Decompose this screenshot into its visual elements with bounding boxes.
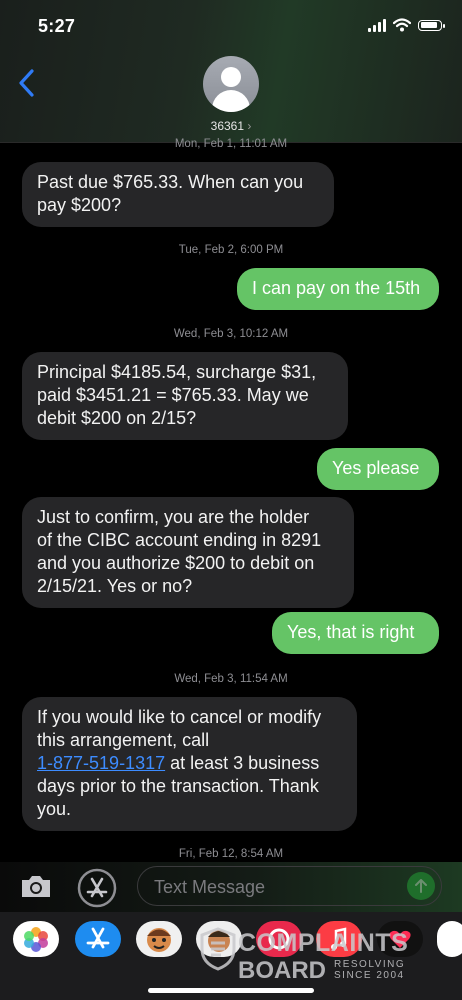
- phone-link[interactable]: 1-877-519-1317: [37, 753, 165, 773]
- status-time: 5:27: [38, 16, 76, 36]
- timestamp: Mon, Feb 1, 11:01 AM: [174, 138, 288, 150]
- camera-icon[interactable]: [19, 873, 53, 899]
- outgoing-message[interactable]: Yes please: [317, 448, 439, 490]
- complaintsboard-watermark: COMPLAINTS BOARD RESOLVING SINCE 2004: [198, 915, 418, 985]
- cellular-signal-icon: [368, 18, 386, 32]
- incoming-message[interactable]: If you would like to cancel or modify th…: [22, 697, 357, 831]
- battery-icon: [418, 19, 445, 31]
- contact-number: 36361: [210, 119, 245, 133]
- timestamp: Wed, Feb 3, 11:54 AM: [174, 673, 288, 685]
- app-store-icon[interactable]: [77, 868, 117, 908]
- timestamp: Fri, Feb 12, 8:54 AM: [178, 848, 284, 860]
- compose-bar: Text Message: [0, 862, 462, 912]
- app-store-app-icon[interactable]: [75, 921, 121, 957]
- timestamp: Tue, Feb 2, 6:00 PM: [178, 244, 284, 256]
- send-arrow-icon: [415, 879, 427, 893]
- message-placeholder: Text Message: [154, 877, 266, 897]
- status-bar: 5:27: [0, 0, 462, 54]
- home-indicator[interactable]: [148, 988, 314, 993]
- shield-logo-icon: [200, 927, 236, 971]
- incoming-message[interactable]: Past due $765.33. When can you pay $200?: [22, 162, 334, 227]
- back-chevron-icon[interactable]: [16, 68, 38, 98]
- outgoing-message[interactable]: Yes, that is right: [272, 612, 439, 654]
- memoji-app-icon[interactable]: [136, 921, 182, 957]
- chevron-right-icon: ›: [247, 119, 252, 133]
- incoming-message[interactable]: Just to confirm, you are the holder of t…: [22, 497, 354, 608]
- send-button[interactable]: [407, 872, 435, 900]
- more-apps-icon[interactable]: [437, 921, 462, 957]
- contact-name[interactable]: 36361 ›: [0, 119, 462, 133]
- contact-avatar[interactable]: [203, 56, 259, 112]
- message-input[interactable]: Text Message: [137, 866, 442, 906]
- incoming-message[interactable]: Principal $4185.54, surcharge $31, paid …: [22, 352, 348, 440]
- wifi-icon: [393, 18, 411, 32]
- timestamp: Wed, Feb 3, 10:12 AM: [173, 328, 289, 340]
- photos-app-icon[interactable]: [13, 921, 59, 957]
- outgoing-message[interactable]: I can pay on the 15th: [237, 268, 439, 310]
